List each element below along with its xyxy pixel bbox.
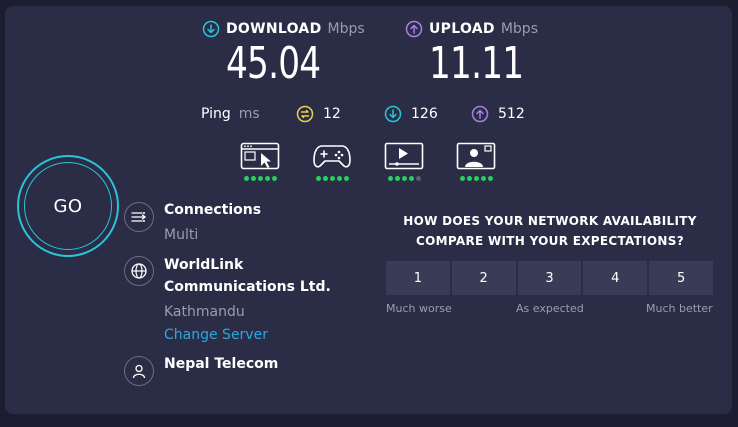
rating-dot-filled [250, 176, 256, 181]
survey-question-line1: HOW DOES YOUR NETWORK AVAILABILITY [403, 214, 697, 228]
web-browsing-rating [240, 142, 280, 186]
rating-option-5[interactable]: 5 [649, 261, 713, 295]
rating-dot-filled [408, 176, 414, 181]
upload-latency-icon [471, 105, 489, 123]
scale-mid-label: As expected [516, 302, 584, 315]
rating-dot-filled [466, 176, 472, 181]
rating-option-3[interactable]: 3 [517, 261, 582, 295]
download-arrow-icon [202, 20, 220, 38]
upload-header: UPLOAD Mbps [405, 20, 538, 38]
user-icon [132, 364, 146, 379]
ping-download: 126 [384, 105, 438, 123]
rating-option-4[interactable]: 4 [583, 261, 648, 295]
survey-question-line2: COMPARE WITH YOUR EXPECTATIONS? [416, 234, 684, 248]
video-streaming-rating [384, 142, 424, 186]
rating-dot-filled [401, 176, 407, 181]
idle-latency-icon [296, 105, 314, 123]
ping-idle: 12 [296, 105, 341, 123]
scale-high-label: Much better [646, 302, 713, 315]
rating-dot-filled [257, 176, 263, 181]
upload-arrow-icon [405, 20, 423, 38]
rating-dot-filled [315, 176, 321, 181]
video-chat-icon [456, 142, 496, 170]
rating-dot-filled [387, 176, 393, 181]
gamepad-icon [313, 145, 351, 168]
rating-scale: 1 2 3 4 5 [386, 261, 713, 295]
ping-upload-value: 512 [498, 106, 525, 122]
gaming-dots [312, 176, 352, 181]
isp-user-icon-wrap [124, 356, 154, 386]
rating-option-2[interactable]: 2 [451, 261, 516, 295]
server-globe-icon-wrap [124, 256, 154, 286]
rating-dot-filled [487, 176, 493, 181]
ping-upload: 512 [471, 105, 525, 123]
web-browsing-dots [240, 176, 280, 181]
rating-dot-filled [336, 176, 342, 181]
upload-unit: Mbps [500, 21, 538, 37]
go-button[interactable]: GO [17, 155, 119, 257]
connections-title: Connections [164, 202, 262, 218]
video-streaming-dots [384, 176, 424, 181]
isp-name: Nepal Telecom [164, 356, 279, 372]
server-location: Kathmandu [164, 304, 245, 320]
upload-speed-value: 11.11 [429, 38, 524, 89]
upload-label: UPLOAD [429, 21, 495, 37]
server-name-line2: Communications Ltd. [164, 279, 331, 295]
video-chat-dots [456, 176, 496, 181]
connections-value: Multi [164, 227, 199, 243]
ping-idle-value: 12 [323, 106, 341, 122]
rating-dot-filled [271, 176, 277, 181]
go-button-inner: GO [24, 162, 112, 250]
download-latency-icon [384, 105, 402, 123]
download-header: DOWNLOAD Mbps [202, 20, 365, 38]
rating-dot-filled [322, 176, 328, 181]
web-browsing-icon [240, 142, 280, 170]
ping-download-value: 126 [411, 106, 438, 122]
ping-unit: ms [238, 106, 260, 122]
rating-dot-filled [343, 176, 349, 181]
rating-dot-filled [394, 176, 400, 181]
rating-option-1[interactable]: 1 [386, 261, 450, 295]
gaming-rating [312, 142, 352, 186]
rating-dot-filled [243, 176, 249, 181]
rating-dot-filled [459, 176, 465, 181]
survey-question: HOW DOES YOUR NETWORK AVAILABILITY COMPA… [380, 211, 720, 251]
download-unit: Mbps [327, 21, 365, 37]
rating-dot-filled [329, 176, 335, 181]
video-chat-rating [456, 142, 496, 186]
download-speed-value: 45.04 [226, 38, 321, 89]
rating-dot-filled [264, 176, 270, 181]
connections-icon-wrap [124, 202, 154, 232]
ping-label-group: Ping ms [201, 105, 260, 123]
rating-dot-filled [473, 176, 479, 181]
video-streaming-icon [384, 142, 424, 170]
globe-icon [131, 263, 147, 279]
download-label: DOWNLOAD [226, 21, 322, 37]
change-server-link[interactable]: Change Server [164, 324, 268, 346]
rating-dot-empty [415, 176, 421, 181]
server-name-line1: WorldLink [164, 257, 244, 273]
scale-low-label: Much worse [386, 302, 452, 315]
go-label: GO [53, 195, 83, 217]
rating-dot-filled [480, 176, 486, 181]
connections-icon [131, 212, 147, 222]
ping-label: Ping [201, 106, 231, 122]
